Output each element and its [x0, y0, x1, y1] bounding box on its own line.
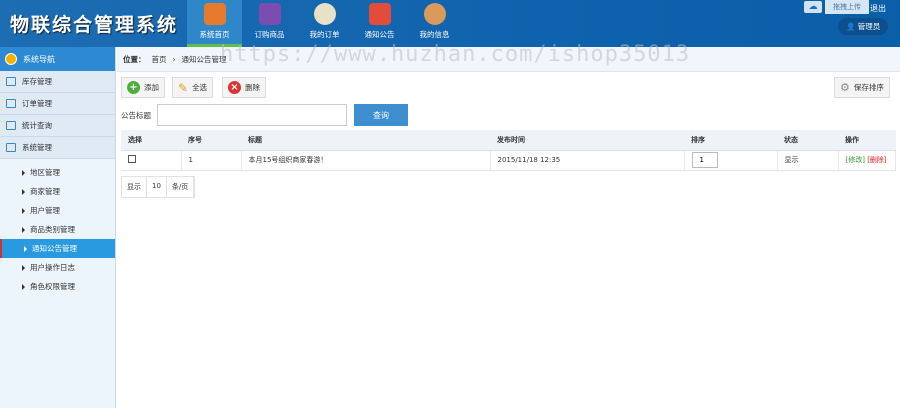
delete-link[interactable]: [删除]	[867, 156, 886, 164]
search-input[interactable]	[157, 104, 347, 126]
sidebar-item-log[interactable]: 用户操作日志	[0, 258, 115, 277]
chat-icon	[6, 121, 16, 130]
menu-label: 订单管理	[22, 99, 52, 108]
menu-system[interactable]: 系统管理	[0, 137, 115, 159]
nav-label: 我的订单	[309, 30, 340, 39]
add-button[interactable]: + 添加	[121, 77, 165, 98]
add-label: 添加	[144, 83, 159, 92]
logout-link[interactable]: 退出	[870, 3, 886, 14]
delete-button[interactable]: × 删除	[222, 77, 266, 98]
row-checkbox[interactable]	[128, 155, 136, 163]
pencil-icon: ✎	[178, 80, 189, 95]
breadcrumb-separator: ›	[172, 54, 176, 64]
edit-link[interactable]: [修改]	[846, 156, 865, 164]
sidebar: 系统导航 库存管理 订单管理 统计查询 系统管理 地区管理 商家管理 用户管理 …	[0, 47, 116, 408]
list-icon	[6, 77, 16, 86]
phone-icon	[258, 3, 281, 25]
select-all-button[interactable]: ✎ 全选	[172, 77, 214, 98]
gear-icon: ⚙	[840, 81, 850, 94]
nav-label: 通知公告	[364, 30, 395, 39]
menu-label: 系统管理	[22, 143, 52, 152]
breadcrumb-home[interactable]: 首页	[152, 54, 167, 65]
table-row: 1 本月15号组织商家春游！ 2015/11/18 12:35 显示 [修改] …	[121, 150, 896, 171]
nav-my-info[interactable]: 我的信息	[407, 0, 462, 47]
col-actions: 操作	[838, 130, 896, 151]
sidebar-item-category[interactable]: 商品类别管理	[0, 220, 115, 239]
main-content: 位置： 首页 › 通知公告管理 + 添加 ✎ 全选 × 删除 ⚙ 保存排序 公告标题 查…	[117, 47, 900, 408]
user-name: 管理员	[857, 22, 881, 31]
delete-label: 删除	[245, 83, 260, 92]
nav-notices[interactable]: 通知公告	[352, 0, 407, 47]
col-status: 状态	[777, 130, 838, 151]
home-icon	[203, 3, 226, 25]
row-title: 本月15号组织商家春游！	[241, 150, 491, 171]
nav-label: 我的信息	[419, 30, 450, 39]
user-icon	[423, 3, 446, 25]
row-no: 1	[181, 150, 242, 171]
sort-input[interactable]	[691, 152, 718, 168]
sidebar-item-notice[interactable]: 通知公告管理	[0, 239, 115, 258]
nav-order-goods[interactable]: 订购商品	[242, 0, 297, 47]
search-label: 公告标题	[121, 111, 151, 120]
row-status: 显示	[777, 150, 839, 171]
user-icon: 👤	[846, 22, 856, 31]
nav-label: 系统首页	[199, 30, 230, 39]
sidebar-header[interactable]: 系统导航	[0, 47, 115, 71]
col-select: 选择	[121, 130, 181, 151]
sidebar-title: 系统导航	[23, 54, 55, 64]
chevron-down-icon	[5, 53, 17, 65]
col-title: 标题	[241, 130, 490, 151]
upload-area: ☁ 拖拽上传	[804, 0, 869, 14]
app-title: 物联综合管理系统	[10, 14, 179, 36]
menu-inventory[interactable]: 库存管理	[0, 71, 115, 93]
nav-label: 订购商品	[254, 30, 285, 39]
user-badge[interactable]: 👤 管理员	[838, 18, 889, 35]
breadcrumb-current: 通知公告管理	[181, 54, 227, 64]
calendar-icon	[6, 143, 16, 152]
nav-home[interactable]: 系统首页	[187, 0, 242, 47]
cloud-icon: ☁	[804, 1, 822, 13]
menu-orders[interactable]: 订单管理	[0, 93, 115, 115]
row-time: 2015/11/18 12:35	[490, 150, 685, 171]
pager-show: 显示	[122, 177, 147, 197]
sidebar-item-region[interactable]: 地区管理	[0, 163, 115, 182]
col-no: 序号	[181, 130, 241, 151]
sidebar-item-merchant[interactable]: 商家管理	[0, 182, 115, 201]
menu-label: 统计查询	[22, 121, 52, 130]
col-sort: 排序	[684, 130, 777, 151]
save-sort-label: 保存排序	[853, 83, 884, 92]
notice-table: 选择 序号 标题 发布时间 排序 状态 操作 1 本月15号组织商家春游！ 20…	[121, 130, 896, 171]
breadcrumb-label: 位置：	[123, 54, 146, 64]
search-button[interactable]: 查询	[354, 104, 408, 126]
edit-icon	[6, 99, 16, 108]
save-sort-button[interactable]: ⚙ 保存排序	[834, 77, 890, 98]
header: 物联综合管理系统 系统首页 订购商品 我的订单 通知公告 我的信息 ☁ 拖拽上传…	[0, 0, 900, 47]
close-icon: ×	[228, 81, 241, 94]
top-nav: 系统首页 订购商品 我的订单 通知公告 我的信息	[187, 0, 462, 47]
menu-stats[interactable]: 统计查询	[0, 115, 115, 137]
menu-label: 库存管理	[22, 77, 52, 86]
plus-icon: +	[127, 81, 140, 94]
page-size[interactable]: 10	[147, 177, 167, 197]
sidebar-item-role[interactable]: 角色权限管理	[0, 277, 115, 296]
upload-button[interactable]: 拖拽上传	[825, 0, 869, 14]
pager-unit: 条/页	[167, 177, 195, 197]
col-time: 发布时间	[490, 130, 684, 151]
support-icon	[313, 3, 336, 25]
breadcrumb: 位置： 首页 › 通知公告管理	[117, 47, 900, 72]
sidebar-item-user[interactable]: 用户管理	[0, 201, 115, 220]
nav-my-orders[interactable]: 我的订单	[297, 0, 352, 47]
select-all-label: 全选	[192, 83, 208, 92]
megaphone-icon	[368, 3, 391, 25]
pager: 显示 10 条/页	[121, 176, 196, 198]
